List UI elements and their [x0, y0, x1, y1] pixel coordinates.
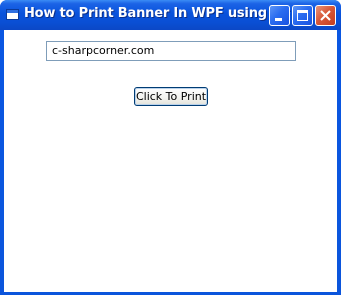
- print-button[interactable]: Click To Print: [134, 87, 208, 106]
- title-bar[interactable]: How to Print Banner In WPF using F#: [0, 0, 341, 30]
- maximize-button[interactable]: [292, 5, 313, 26]
- minimize-button[interactable]: [269, 5, 290, 26]
- window-app-icon: [6, 9, 19, 20]
- app-window: How to Print Banner In WPF using F# c-sh…: [0, 0, 341, 295]
- client-area: c-sharpcorner.com Click To Print: [4, 30, 337, 292]
- close-icon: [320, 10, 331, 21]
- banner-text-input[interactable]: c-sharpcorner.com: [46, 41, 296, 61]
- window-title: How to Print Banner In WPF using F#: [24, 6, 291, 21]
- minimize-icon: [275, 18, 282, 21]
- maximize-icon: [297, 10, 308, 21]
- close-button[interactable]: [315, 5, 336, 26]
